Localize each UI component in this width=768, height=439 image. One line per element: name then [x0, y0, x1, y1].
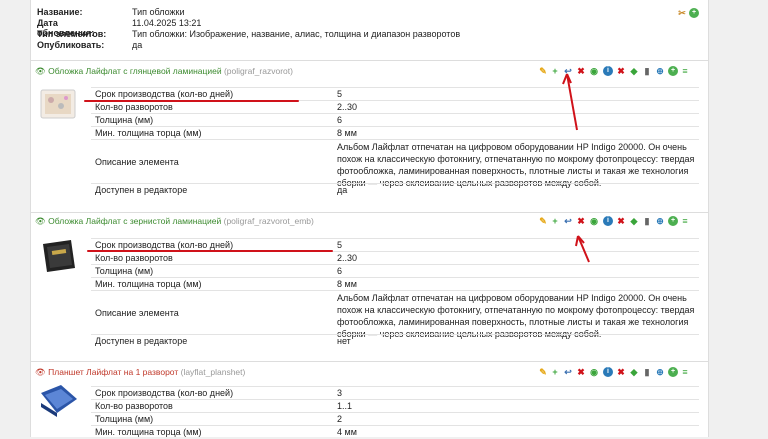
edit-icon[interactable]: ✎: [538, 367, 548, 377]
property-row: Доступен в редакторе да: [91, 183, 699, 197]
property-row: Толщина (мм) 6: [91, 264, 699, 278]
updated-value: 11.04.2025 13:21: [132, 18, 202, 28]
info-icon[interactable]: i: [603, 367, 613, 377]
name-label: Название:: [37, 7, 83, 17]
tools-icon[interactable]: ✂: [677, 8, 687, 18]
item-3-header: 👁 Планшет Лайфлат на 1 разворот (layflat…: [35, 366, 245, 378]
property-value: да: [337, 185, 348, 195]
header-values: Тип обложки 11.04.2025 13:21 Тип обложки…: [132, 7, 652, 51]
property-value: Альбом Лайфлат отпечатан на цифровом обо…: [337, 142, 695, 188]
tag-icon[interactable]: ◆: [629, 216, 639, 226]
property-row: Мин. толщина торца (мм) 8 мм: [91, 126, 699, 140]
item-2-alias: (poligraf_razvorot_emb): [223, 216, 314, 226]
content-panel: Название: Дата обновления: Тип элементов…: [30, 0, 709, 437]
item-3-alias: (layflat_planshet): [180, 367, 246, 377]
visibility-eye-icon[interactable]: 👁: [35, 66, 46, 76]
property-value: 4 мм: [337, 427, 357, 437]
property-row: Мин. толщина торца (мм) 8 мм: [91, 277, 699, 291]
item-2-name[interactable]: Обложка Лайфлат с зернистой ламинацией: [48, 216, 221, 226]
name-value: Тип обложки: [132, 7, 185, 17]
property-key: Доступен в редакторе: [95, 185, 188, 195]
add-icon[interactable]: +: [550, 367, 560, 377]
tag-icon[interactable]: ◆: [629, 66, 639, 76]
header-labels: Название: Дата обновления: Тип элементов…: [37, 7, 107, 51]
item-3-thumbnail: [41, 385, 77, 417]
property-row: Срок производства (кол-во дней) 3: [91, 386, 699, 400]
item-1-thumbnail: [40, 89, 76, 119]
lock-icon[interactable]: ▮: [642, 66, 652, 76]
property-row: Толщина (мм) 2: [91, 412, 699, 426]
property-value: Альбом Лайфлат отпечатан на цифровом обо…: [337, 293, 695, 339]
property-key: Описание элемента: [95, 156, 179, 167]
type-value: Тип обложки: Изображение, название, алиа…: [132, 29, 461, 39]
remove-icon[interactable]: ✖: [616, 367, 626, 377]
remove-icon[interactable]: ✖: [616, 216, 626, 226]
property-row: Толщина (мм) 6: [91, 113, 699, 127]
property-row: Кол-во разворотов 2..30: [91, 100, 699, 114]
annotation-underline: [84, 100, 299, 102]
hidden-eye-icon[interactable]: 👁: [35, 367, 46, 377]
view-icon[interactable]: ◉: [589, 367, 599, 377]
item-2-thumbnail: [43, 240, 75, 272]
add-circle-icon[interactable]: +: [668, 367, 678, 377]
property-key: Описание элемента: [95, 307, 179, 318]
add-circle-icon[interactable]: +: [668, 216, 678, 226]
property-key: Мин. толщина торца (мм): [95, 427, 202, 437]
move-icon[interactable]: ↩: [563, 367, 573, 377]
add-circle-icon[interactable]: +: [689, 8, 699, 18]
item-2-header: 👁 Обложка Лайфлат с зернистой ламинацией…: [35, 215, 314, 227]
updated-label: Дата обновления:: [37, 18, 95, 38]
item-3-actions: ✎ + ↩ ✖ ◉ i ✖ ◆ ▮ ⊕ + ≡: [538, 367, 703, 379]
add-circle-icon[interactable]: +: [668, 66, 678, 76]
lock-icon[interactable]: ▮: [642, 367, 652, 377]
list-icon[interactable]: ≡: [680, 367, 690, 377]
publish-value: да: [132, 40, 143, 50]
property-row: Кол-во разворотов 1..1: [91, 399, 699, 413]
tag-icon[interactable]: ◆: [629, 367, 639, 377]
item-3-name[interactable]: Планшет Лайфлат на 1 разворот: [48, 367, 178, 377]
link-icon[interactable]: ⊕: [655, 66, 665, 76]
delete-icon[interactable]: ✖: [576, 367, 586, 377]
property-row: Описание элемента Альбом Лайфлат отпечата…: [91, 290, 699, 339]
property-row: Доступен в редакторе нет: [91, 334, 699, 348]
item-1-alias: (poligraf_razvorot): [223, 66, 293, 76]
annotation-underline: [87, 250, 333, 252]
remove-icon[interactable]: ✖: [616, 66, 626, 76]
list-icon[interactable]: ≡: [680, 216, 690, 226]
visibility-eye-icon[interactable]: 👁: [35, 216, 46, 226]
item-1-header: 👁 Обложка Лайфлат с глянцевой ламинацией…: [35, 65, 293, 77]
property-value: нет: [337, 336, 351, 346]
publish-label: Опубликовать:: [37, 40, 105, 50]
info-icon[interactable]: i: [603, 216, 613, 226]
property-row: Кол-во разворотов 2..30: [91, 251, 699, 265]
property-row: Описание элемента Альбом Лайфлат отпечата…: [91, 139, 699, 188]
property-key: Доступен в редакторе: [95, 336, 188, 346]
item-1-name[interactable]: Обложка Лайфлат с глянцевой ламинацией: [48, 66, 221, 76]
info-icon[interactable]: i: [603, 66, 613, 76]
type-label: Тип элементов:: [37, 29, 107, 39]
header-actions: ✂ +: [677, 8, 701, 20]
property-row: Срок производства (кол-во дней) 5: [91, 87, 699, 101]
link-icon[interactable]: ⊕: [655, 216, 665, 226]
link-icon[interactable]: ⊕: [655, 367, 665, 377]
lock-icon[interactable]: ▮: [642, 216, 652, 226]
annotation-arrows: [562, 73, 590, 263]
list-icon[interactable]: ≡: [680, 66, 690, 76]
